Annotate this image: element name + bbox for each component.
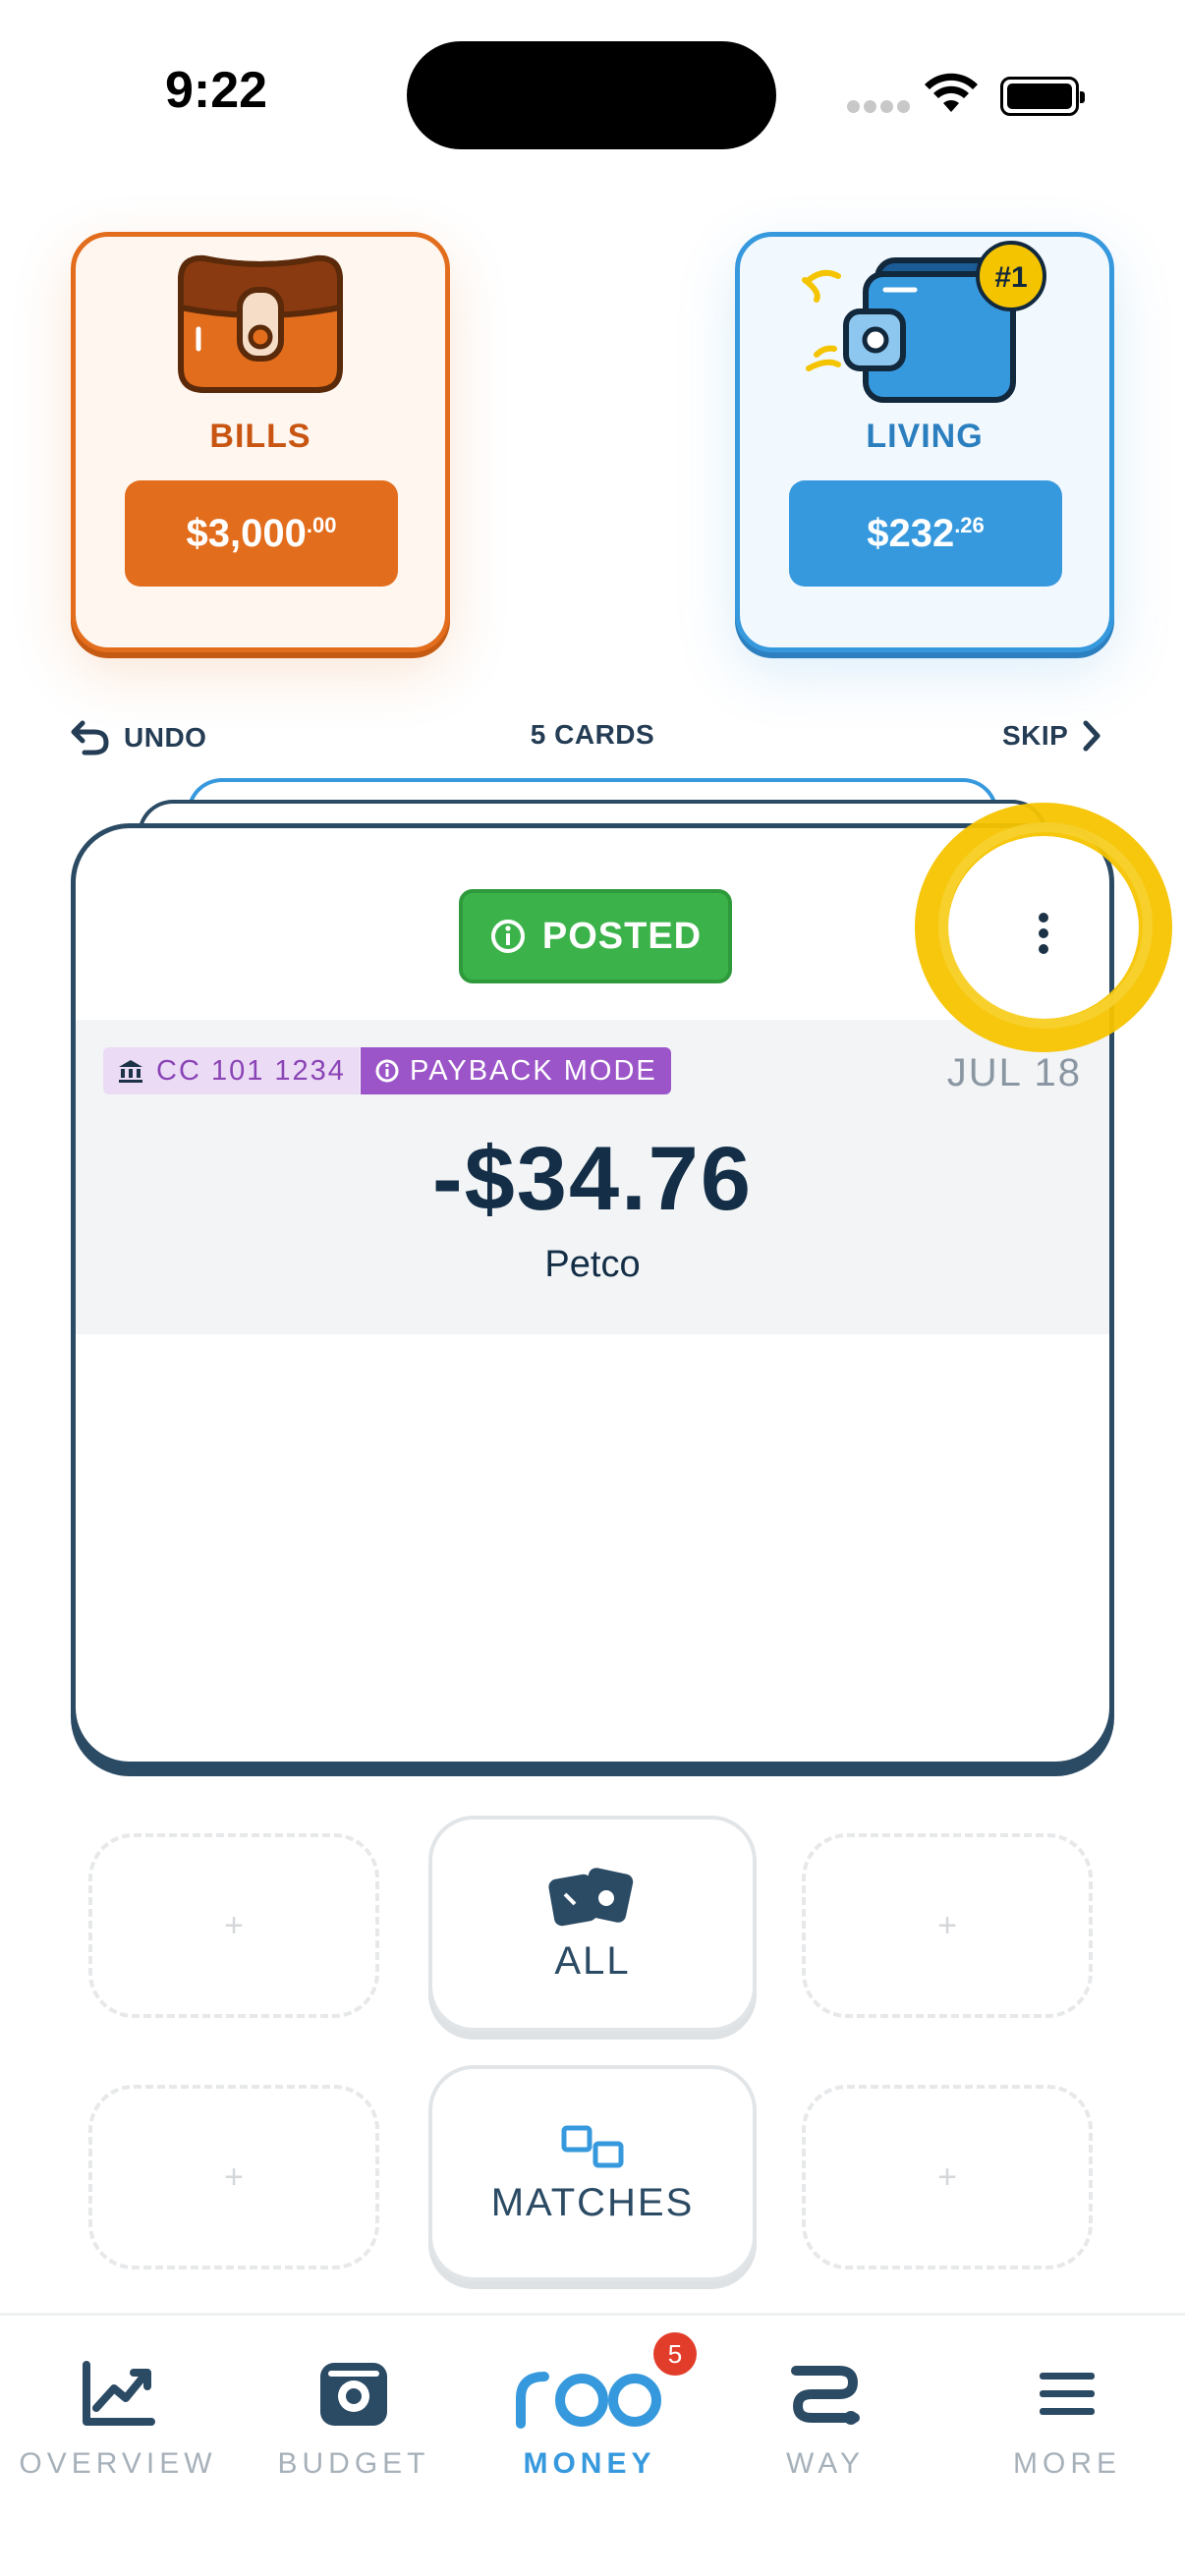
status-badge: POSTED [459,889,732,983]
transaction-details: CC 101 1234 PAYBACK MODE JUL 18 -$34.76 … [76,1020,1109,1334]
nav-label: MORE [1013,2447,1121,2480]
transaction-amount: -$34.76 [431,1129,754,1229]
nav-budget[interactable]: BUDGET [236,2359,472,2481]
rank-badge-text: #1 [994,261,1027,294]
envelope-label: BILLS [209,418,311,455]
roo-logo-icon [516,2372,661,2429]
envelope-amount[interactable]: $3,000.00 [125,480,398,587]
info-icon [375,1059,399,1083]
nav-label: WAY [786,2447,865,2480]
bottom-nav: OVERVIEW BUDGET MONEY WAY MORE [0,2313,1185,2576]
nav-label: BUDGET [277,2447,430,2480]
cards-icon [548,1867,634,1926]
camera-icon [320,2363,387,2426]
account-label: CC 101 1234 [156,1054,346,1087]
nav-more[interactable]: MORE [949,2359,1185,2481]
envelope-living[interactable]: #1 LIVING $232.26 [735,232,1114,652]
account-tag: CC 101 1234 [103,1047,360,1094]
empty-filter-slot[interactable]: + [88,1833,379,2018]
amount-cents: .00 [306,513,337,537]
signal-dots-icon [847,100,914,118]
matches-icon [561,2125,624,2167]
cards-count: 5 CARDS [530,719,655,750]
skip-button[interactable]: SKIP [1002,719,1101,753]
nav-way[interactable]: WAY [707,2359,943,2481]
wallet-blue-icon: #1 [802,241,1046,403]
more-options-icon[interactable] [1039,913,1050,960]
menu-icon [1040,2373,1095,2415]
empty-filter-slot[interactable]: + [802,1833,1093,2018]
chevron-right-icon [1083,720,1100,752]
amount-main: $232 [867,511,955,555]
dynamic-island [407,41,776,149]
undo-label: UNDO [124,722,207,753]
amount-main: $3,000 [186,511,307,555]
payback-mode-tag: PAYBACK MODE [361,1047,671,1094]
wallet-orange-icon [178,254,343,393]
envelope-label: LIVING [866,418,984,455]
filter-all-button[interactable]: ALL [428,1816,757,2032]
merchant-name: Petco [544,1244,641,1285]
filter-matches-label: MATCHES [490,2180,695,2224]
bank-icon [119,1060,142,1083]
skip-label: SKIP [1002,720,1069,751]
nav-label: MONEY [523,2447,656,2480]
route-icon [791,2366,860,2425]
status-time: 9:22 [164,62,268,119]
nav-label: OVERVIEW [19,2447,217,2480]
nav-money[interactable]: MONEY [472,2359,707,2481]
transaction-date: JUL 18 [946,1051,1082,1094]
filter-all-label: ALL [554,1938,631,1983]
filter-matches-button[interactable]: MATCHES [428,2065,757,2281]
nav-overview[interactable]: OVERVIEW [0,2359,236,2481]
chart-trend-icon [83,2361,155,2426]
empty-filter-slot[interactable]: + [802,2085,1093,2269]
notification-badge: 5 [653,2332,697,2376]
undo-button[interactable]: UNDO [71,719,206,756]
battery-icon [1000,77,1085,116]
envelope-amount[interactable]: $232.26 [789,480,1062,587]
status-label: POSTED [541,915,703,957]
wifi-icon [925,73,978,112]
transaction-card[interactable]: POSTED CC 101 1234 PAYBACK MODE JUL 18 -… [71,823,1114,1766]
info-icon [490,920,525,953]
amount-cents: .26 [954,513,985,537]
undo-icon [71,720,109,756]
mode-label: PAYBACK MODE [410,1054,657,1087]
envelope-bills[interactable]: BILLS $3,000.00 [71,232,450,652]
empty-filter-slot[interactable]: + [88,2085,379,2269]
